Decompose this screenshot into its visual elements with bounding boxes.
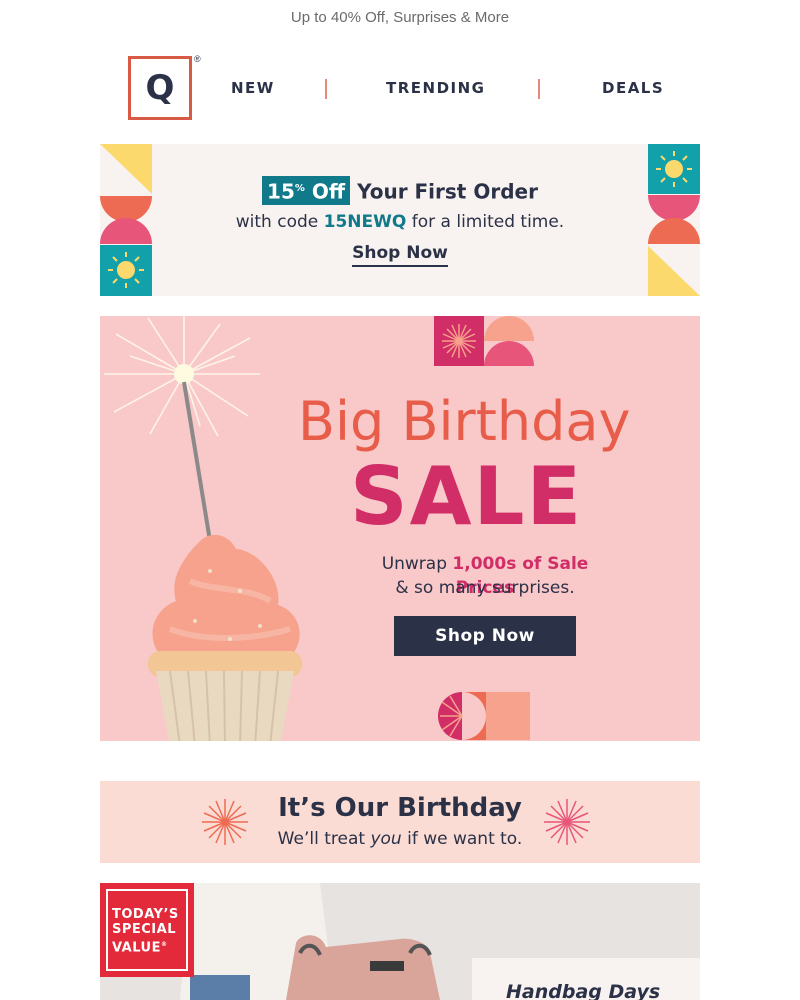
site-header: Q ® NEW TRENDING DEALS: [100, 54, 700, 122]
hero-top-decoration: [434, 316, 534, 366]
todays-special-value-section[interactable]: TODAY’S SPECIAL VALUE® Handbag Days: [100, 883, 700, 1000]
cupcake-illustration: [148, 534, 302, 741]
sparkler-illustration: [104, 316, 260, 542]
promo-code: 15NEWQ: [323, 212, 407, 232]
nav-item-trending[interactable]: TRENDING: [386, 54, 485, 122]
nav-deals-link[interactable]: DEALS: [602, 80, 664, 96]
birthday-subtitle: We’ll treat you if we want to.: [277, 829, 523, 849]
promo-headline: 15% Off Your First Order: [100, 176, 700, 205]
handbag-days-title: Handbag Days: [506, 981, 661, 1000]
nav-new-link[interactable]: NEW: [231, 80, 275, 96]
hero-bottom-decoration: [438, 692, 530, 740]
promo-headline-rest: Your First Order: [357, 179, 538, 204]
our-birthday-banner[interactable]: It’s Our Birthday We’ll treat you if we …: [100, 781, 700, 863]
qvc-logo[interactable]: Q: [128, 56, 192, 120]
first-order-promo-banner[interactable]: 15% Off Your First Order with code 15NEW…: [100, 144, 700, 296]
hero-shop-now-button[interactable]: Shop Now: [394, 616, 576, 656]
handbag-days-card[interactable]: Handbag Days: [472, 958, 700, 1000]
promo-code-line: with code 15NEWQ for a limited time.: [235, 212, 565, 232]
logo-registered-mark: ®: [194, 54, 201, 64]
logo-letter: Q: [145, 68, 175, 108]
nav-divider: [325, 79, 327, 99]
hero-title-line1: Big Birthday: [298, 390, 631, 453]
birthday-title: It’s Our Birthday: [278, 793, 522, 823]
todays-special-value-badge: TODAY’S SPECIAL VALUE®: [100, 883, 194, 977]
promo-discount-badge: 15% Off: [262, 176, 351, 205]
nav-trending-link[interactable]: TRENDING: [386, 80, 485, 96]
nav-item-deals[interactable]: DEALS: [602, 54, 664, 122]
nav-divider: [538, 79, 540, 99]
preheader-text: Up to 40% Off, Surprises & More: [290, 9, 510, 26]
hero-title-sale: SALE: [350, 450, 584, 543]
hero-subtitle-line2: & so many surprises.: [395, 578, 575, 598]
promo-shop-now-link[interactable]: Shop Now: [100, 242, 700, 267]
birthday-sale-hero[interactable]: Big Birthday SALE Unwrap 1,000s of Sale …: [100, 316, 700, 741]
nav-item-new[interactable]: NEW: [231, 54, 275, 122]
